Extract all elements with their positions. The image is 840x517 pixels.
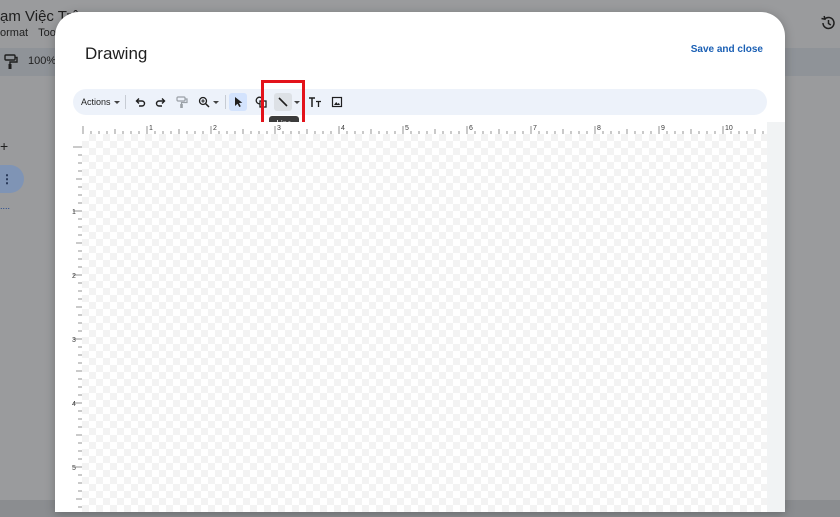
paint-format-button[interactable] — [174, 93, 190, 111]
ruler-number: 3 — [277, 125, 281, 132]
image-button[interactable] — [329, 93, 345, 111]
actions-menu-button[interactable]: Actions — [81, 93, 120, 111]
ruler-number: 5 — [405, 125, 409, 132]
toolbar-divider — [225, 95, 226, 109]
ruler-number: 4 — [341, 125, 345, 132]
canvas-scroll-area — [767, 122, 785, 512]
ruler-number: 5 — [72, 465, 76, 472]
ruler-number: 10 — [725, 125, 733, 132]
redo-icon — [155, 98, 166, 107]
zoom-icon — [198, 96, 210, 108]
paint-format-icon — [176, 95, 188, 108]
text-box-icon — [309, 97, 321, 107]
text-box-button[interactable] — [307, 93, 323, 111]
toolbar-divider — [125, 95, 126, 109]
ruler-number: 3 — [72, 337, 76, 344]
menu-format[interactable]: ormat — [0, 27, 28, 39]
ruler-number: 2 — [72, 273, 76, 280]
actions-label: Actions — [81, 97, 111, 107]
ruler-number: 1 — [149, 125, 153, 132]
chevron-down-icon — [212, 100, 219, 104]
ruler-number: 2 — [213, 125, 217, 132]
undo-icon — [135, 98, 146, 107]
ruler-number: 1 — [72, 209, 76, 216]
more-vert-icon: ⋮ — [1, 172, 13, 186]
undo-button[interactable] — [132, 93, 148, 111]
dialog-title: Drawing — [85, 44, 148, 63]
select-button[interactable] — [229, 93, 247, 111]
drawing-toolbar: Actions — [73, 89, 767, 115]
zoom-level[interactable]: 100% — [28, 55, 56, 67]
paint-format-icon[interactable] — [4, 54, 18, 70]
vertical-ruler: 1 2 3 4 5 — [70, 134, 82, 512]
ruler-number: 8 — [597, 125, 601, 132]
ruler-number: 7 — [533, 125, 537, 132]
save-and-close-button[interactable]: Save and close — [691, 44, 763, 55]
add-icon[interactable]: + — [0, 138, 8, 154]
history-icon[interactable] — [820, 15, 836, 31]
redo-button[interactable] — [153, 93, 169, 111]
ruler-number: 4 — [72, 401, 76, 408]
ruler-number: 6 — [469, 125, 473, 132]
horizontal-ruler: 1 2 3 4 5 6 7 8 9 10 — [70, 122, 770, 135]
side-link[interactable]: .... — [0, 201, 10, 211]
drawing-dialog: Drawing Save and close Actions 1 2 3 4 5… — [55, 12, 785, 512]
zoom-button[interactable] — [195, 93, 221, 111]
vertical-ruler-ticks: 1 2 3 4 5 — [72, 146, 82, 508]
ruler-number: 9 — [661, 125, 665, 132]
select-icon — [234, 97, 242, 107]
chevron-down-icon — [113, 100, 120, 104]
drawing-canvas[interactable] — [82, 134, 767, 512]
image-icon — [331, 96, 343, 108]
